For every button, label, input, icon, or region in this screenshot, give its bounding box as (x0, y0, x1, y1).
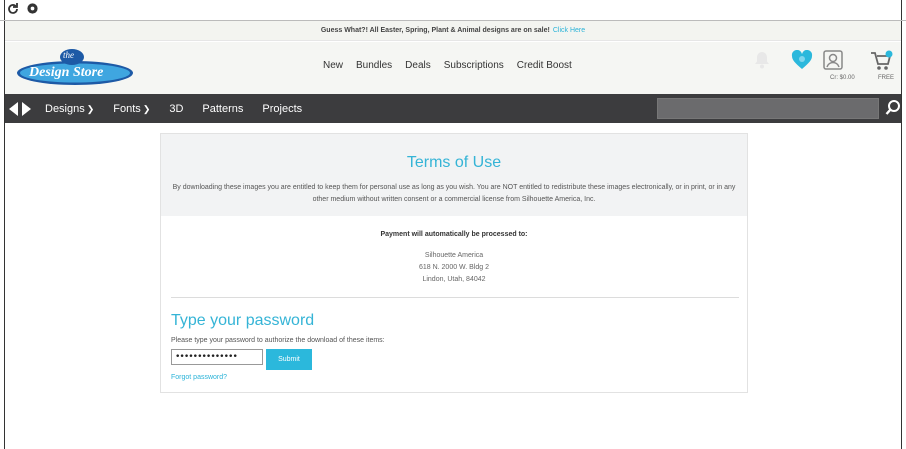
download-authorization-card: Terms of Use By downloading these images… (160, 133, 748, 393)
address-line: Lindon, Utah, 84042 (422, 276, 486, 283)
payment-address: Silhouette America 618 N. 2000 W. Bldg 2… (161, 250, 747, 286)
submit-button[interactable]: Submit (266, 349, 312, 370)
category-patterns[interactable]: Patterns (202, 103, 243, 115)
chevron-down-icon: ❯ (86, 103, 95, 114)
design-store-logo[interactable]: the Design Store (15, 46, 135, 88)
user-icon[interactable] (823, 50, 843, 75)
arrow-left-icon[interactable] (9, 101, 18, 116)
browser-toolbar (6, 2, 39, 18)
main-nav: New Bundles Deals Subscriptions Credit B… (323, 60, 572, 71)
promo-text: Guess What?! All Easter, Spring, Plant &… (320, 27, 550, 34)
nav-bundles[interactable]: Bundles (356, 60, 392, 71)
password-title: Type your password (171, 312, 315, 329)
heart-icon[interactable] (791, 49, 813, 75)
nav-subscriptions[interactable]: Subscriptions (444, 60, 504, 71)
bell-icon[interactable] (753, 50, 771, 75)
address-line: 618 N. 2000 W. Bldg 2 (418, 264, 490, 271)
terms-body: By downloading these images you are enti… (172, 184, 736, 203)
cart-icon[interactable] (869, 50, 893, 77)
password-description: Please type your password to authorize t… (171, 337, 385, 344)
category-projects[interactable]: Projects (262, 103, 302, 115)
divider (171, 297, 739, 298)
payment-heading: Payment will automatically be processed … (380, 231, 528, 238)
site-header: the Design Store New Bundles Deals Subsc… (5, 42, 901, 94)
search-input[interactable] (657, 98, 879, 119)
frame-border-right (901, 0, 902, 449)
category-menu: Designs ❯ Fonts ❯ 3D Patterns Projects (45, 103, 302, 115)
nav-credit-boost[interactable]: Credit Boost (517, 60, 572, 71)
password-input[interactable]: •••••••••••••• (171, 349, 263, 365)
category-3d[interactable]: 3D (169, 103, 183, 115)
account-credit[interactable]: Cr: $0.00 (830, 75, 855, 81)
forgot-password-link[interactable]: Forgot password? (171, 374, 227, 381)
search-icon[interactable] (885, 98, 901, 118)
promo-banner: Guess What?! All Easter, Spring, Plant &… (5, 21, 901, 41)
category-fonts[interactable]: Fonts ❯ (113, 103, 150, 115)
address-line: Silhouette America (424, 252, 484, 259)
terms-title: Terms of Use (406, 154, 502, 171)
chevron-down-icon: ❯ (142, 103, 151, 114)
logo-small-text: the (63, 50, 74, 60)
arrow-right-icon[interactable] (22, 101, 31, 116)
promo-link[interactable]: Click Here (553, 27, 585, 34)
browser-window: Guess What?! All Easter, Spring, Plant &… (0, 0, 906, 449)
terms-section: Terms of Use By downloading these images… (161, 134, 747, 216)
category-bar: Designs ❯ Fonts ❯ 3D Patterns Projects (5, 94, 901, 123)
category-designs[interactable]: Designs ❯ (45, 103, 94, 115)
nav-deals[interactable]: Deals (405, 60, 431, 71)
settings-icon[interactable] (26, 2, 39, 18)
carousel-arrows (9, 101, 31, 116)
cart-label: FREE (878, 75, 895, 81)
nav-new[interactable]: New (323, 60, 343, 71)
refresh-icon[interactable] (6, 2, 20, 19)
logo-text: Design Store (29, 65, 104, 80)
